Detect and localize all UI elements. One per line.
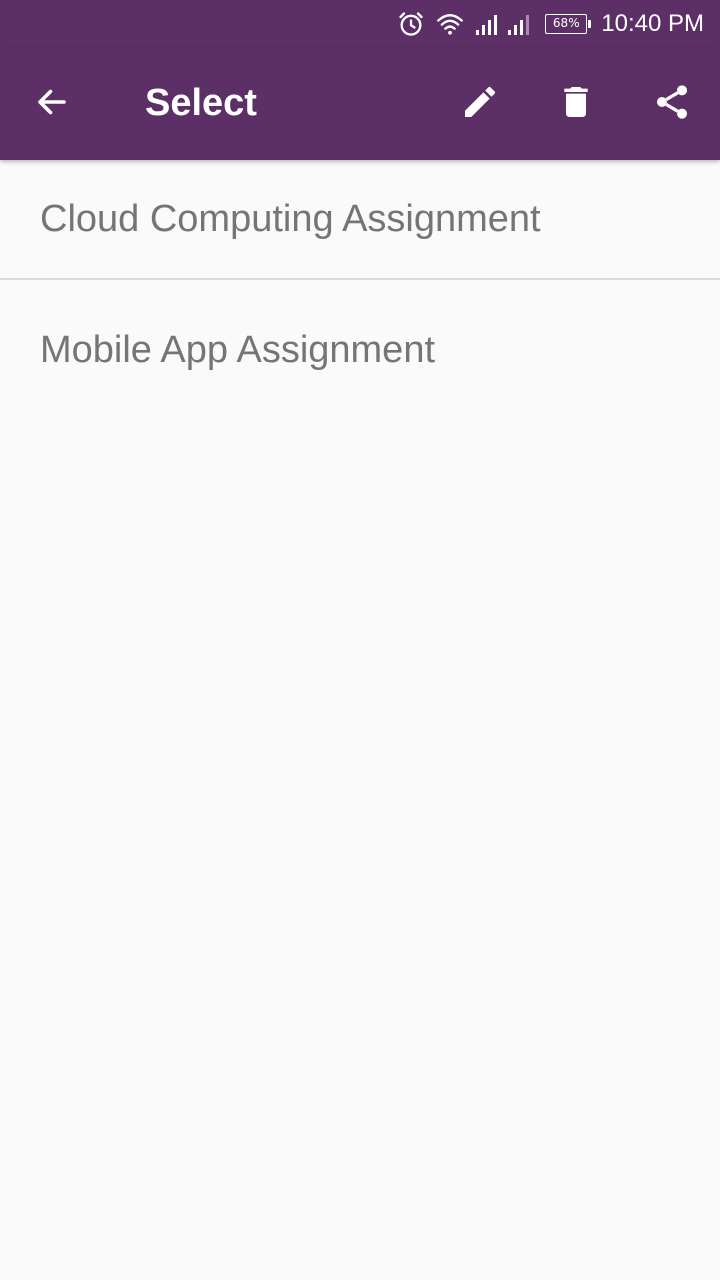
trash-icon: [556, 82, 596, 127]
list-item[interactable]: Cloud Computing Assignment: [0, 160, 720, 278]
battery-indicator: 68%: [545, 14, 592, 34]
app-bar: Select: [0, 48, 720, 160]
battery-level: 68%: [545, 14, 588, 34]
edit-button[interactable]: [452, 76, 508, 132]
page-title: Select: [145, 82, 257, 124]
signal-icon: [475, 12, 501, 36]
status-bar: 68% 10:40 PM: [0, 0, 720, 48]
back-button[interactable]: [24, 76, 80, 132]
wifi-icon: [435, 10, 465, 38]
share-button[interactable]: [644, 76, 700, 132]
status-time: 10:40 PM: [601, 10, 704, 37]
list-item-label: Cloud Computing Assignment: [40, 197, 541, 240]
delete-button[interactable]: [548, 76, 604, 132]
screen: 68% 10:40 PM Select Cloud Computing Assi…: [0, 0, 720, 1280]
signal-icon-2: [507, 12, 533, 36]
arrow-left-icon: [34, 84, 70, 125]
battery-tip: [588, 20, 592, 28]
assignment-list: Cloud Computing Assignment Mobile App As…: [0, 160, 720, 420]
list-item-label: Mobile App Assignment: [40, 328, 436, 371]
list-item[interactable]: Mobile App Assignment: [0, 280, 720, 420]
pencil-icon: [460, 82, 500, 127]
alarm-icon: [397, 10, 425, 38]
share-icon: [652, 82, 692, 127]
